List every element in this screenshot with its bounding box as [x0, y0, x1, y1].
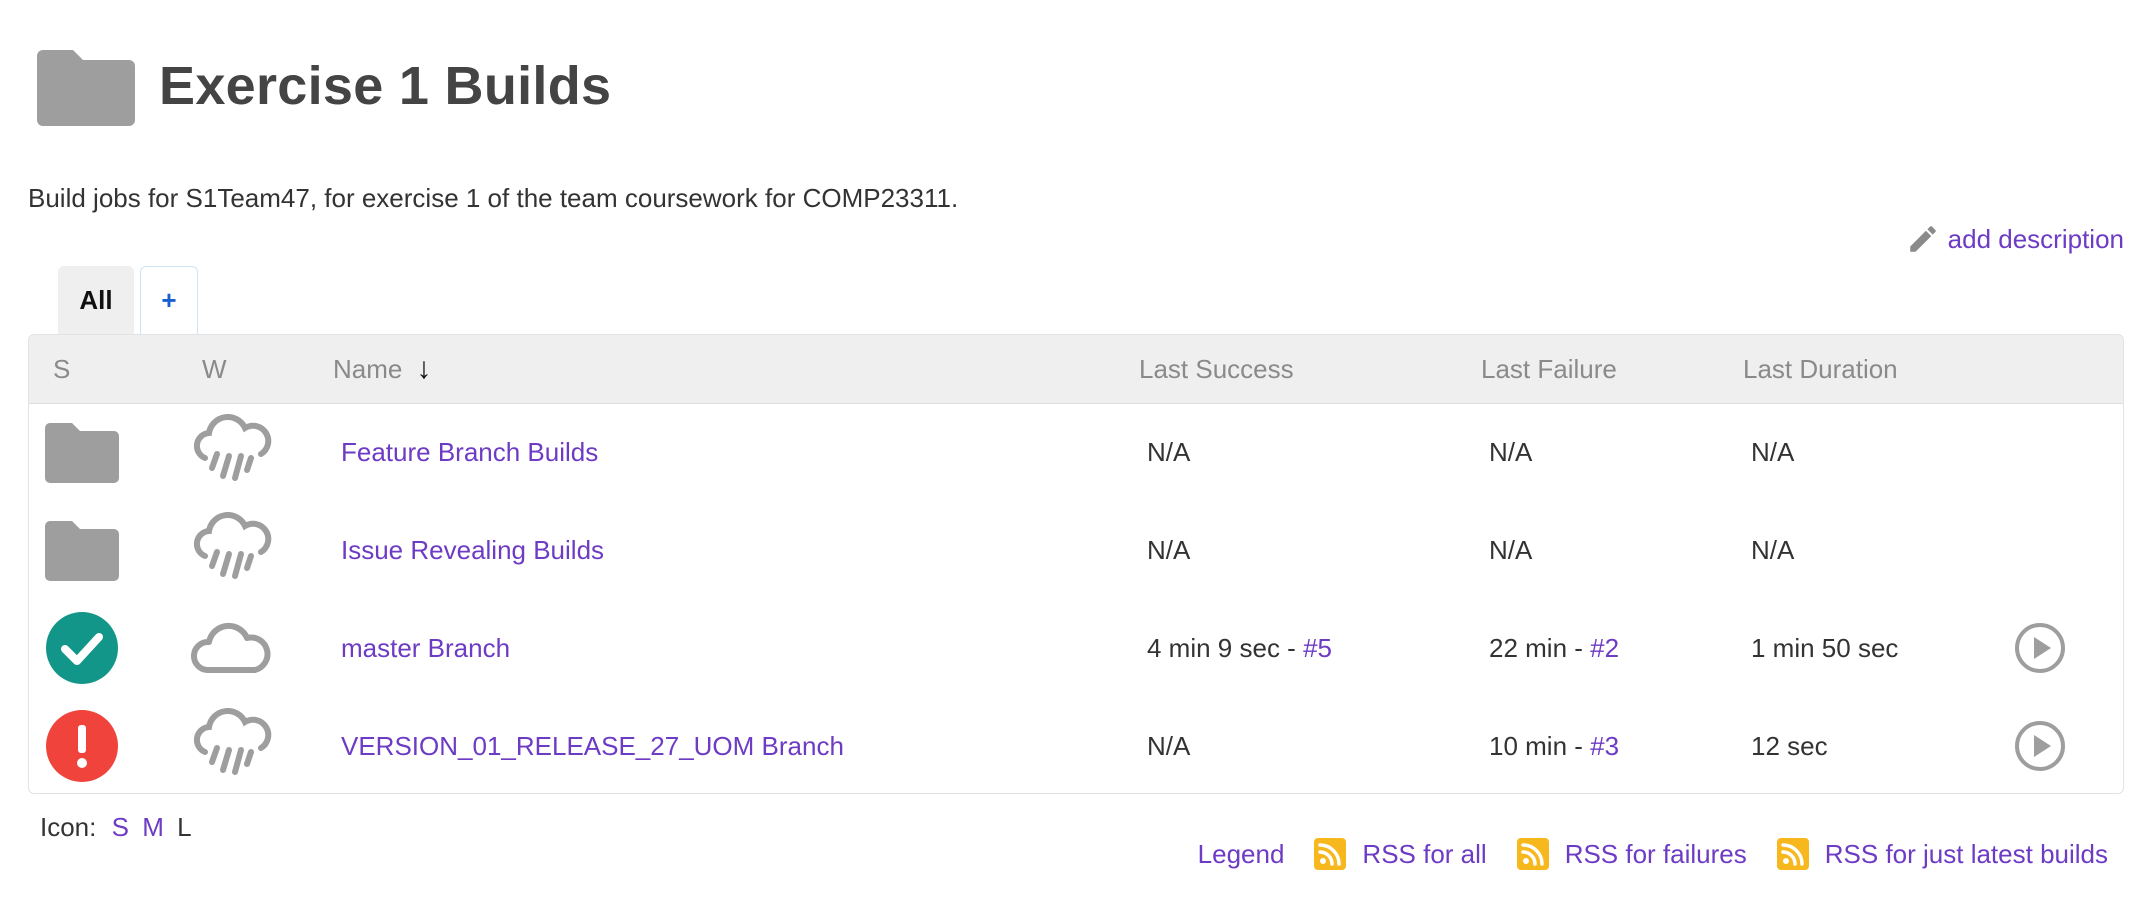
rain-cloud-icon — [193, 512, 272, 579]
header-name[interactable]: Name ↓ — [333, 335, 431, 403]
job-link[interactable]: VERSION_01_RELEASE_27_UOM Branch — [341, 731, 844, 762]
folder-icon — [45, 423, 119, 483]
icon-size-selector: Icon: S M L — [40, 812, 192, 843]
last-duration-cell: N/A — [1751, 501, 1794, 599]
build-link[interactable]: #3 — [1590, 731, 1619, 762]
rss-all-link[interactable]: RSS for all — [1314, 838, 1487, 870]
last-failure-text: N/A — [1489, 436, 1533, 467]
rss-icon — [1516, 838, 1549, 870]
last-duration-cell: 1 min 50 sec — [1751, 599, 1898, 697]
icon-size-large: L — [177, 812, 192, 842]
job-link[interactable]: Issue Revealing Builds — [341, 535, 604, 566]
rain-cloud-icon — [193, 708, 272, 775]
legend-label: Legend — [1197, 838, 1285, 869]
last-failure-cell: 10 min - #3 — [1489, 697, 1619, 793]
last-duration-text: N/A — [1751, 534, 1795, 565]
tab-all[interactable]: All — [58, 266, 134, 334]
pencil-icon — [1909, 226, 1936, 252]
rss-icon — [1314, 838, 1347, 870]
job-name-cell: Feature Branch Builds — [341, 403, 598, 501]
table-header: S W Name ↓ Last Success Last Failure Last… — [29, 335, 2123, 404]
rss-failures-label: RSS for failures — [1564, 838, 1747, 869]
header-last-duration[interactable]: Last Duration — [1743, 335, 1898, 403]
job-name-cell: master Branch — [341, 599, 510, 697]
folder-icon — [37, 50, 135, 126]
success-check-icon — [46, 612, 118, 684]
last-duration-text: 12 sec — [1751, 730, 1828, 761]
folder-description: Build jobs for S1Team47, for exercise 1 … — [28, 183, 959, 213]
last-success-cell: N/A — [1147, 403, 1190, 501]
last-success-text: N/A — [1147, 534, 1191, 565]
last-success-text: N/A — [1147, 730, 1191, 761]
page-header: Exercise 1 Builds — [37, 46, 611, 126]
last-duration-text: 1 min 50 sec — [1751, 632, 1899, 663]
folder-icon — [45, 521, 119, 581]
projects-table: S W Name ↓ Last Success Last Failure Last… — [28, 334, 2124, 794]
build-link[interactable]: #5 — [1303, 633, 1332, 664]
sort-arrow-icon: ↓ — [416, 352, 432, 385]
view-tabs: All + — [58, 266, 198, 334]
footer-links: Legend RSS for all RSS for failures RSS … — [1168, 838, 2108, 870]
last-success-text: 4 min 9 sec - — [1147, 632, 1304, 663]
rain-cloud-icon — [193, 414, 272, 481]
header-name-label: Name — [333, 354, 403, 384]
last-duration-text: N/A — [1751, 436, 1795, 467]
rss-failures-link[interactable]: RSS for failures — [1516, 838, 1747, 870]
add-description-label: add description — [1947, 223, 2124, 254]
weather-cell — [189, 403, 273, 501]
job-link[interactable]: master Branch — [341, 633, 510, 664]
legend-link[interactable]: Legend — [1198, 839, 1285, 870]
status-cell — [45, 697, 119, 793]
status-cell — [45, 501, 119, 599]
last-success-cell: N/A — [1147, 501, 1190, 599]
status-cell — [45, 599, 119, 697]
page: Exercise 1 Builds Build jobs for S1Team4… — [0, 0, 2152, 918]
job-link[interactable]: Feature Branch Builds — [341, 437, 598, 468]
table-row: Issue Revealing Builds N/A N/A N/A — [29, 501, 2123, 599]
rss-all-label: RSS for all — [1362, 838, 1487, 869]
header-weather[interactable]: W — [202, 335, 227, 403]
last-duration-cell: N/A — [1751, 403, 1794, 501]
header-last-success[interactable]: Last Success — [1139, 335, 1294, 403]
icon-size-medium[interactable]: M — [142, 812, 164, 842]
last-success-cell: 4 min 9 sec - #5 — [1147, 599, 1332, 697]
last-failure-cell: N/A — [1489, 501, 1532, 599]
table-row: master Branch 4 min 9 sec - #5 22 min - … — [29, 599, 2123, 697]
weather-cell — [189, 599, 273, 697]
rss-latest-label: RSS for just latest builds — [1824, 838, 2108, 869]
cloud-icon — [190, 622, 271, 673]
last-failure-text: N/A — [1489, 534, 1533, 565]
page-title: Exercise 1 Builds — [159, 56, 612, 116]
table-row: VERSION_01_RELEASE_27_UOM Branch N/A 10 … — [29, 697, 2123, 793]
action-cell — [2014, 697, 2066, 793]
action-cell — [2014, 599, 2066, 697]
play-build-icon[interactable] — [2014, 720, 2066, 772]
play-build-icon[interactable] — [2014, 622, 2066, 674]
last-failure-cell: N/A — [1489, 403, 1532, 501]
job-name-cell: VERSION_01_RELEASE_27_UOM Branch — [341, 697, 844, 793]
icon-size-small[interactable]: S — [112, 812, 129, 842]
last-failure-text: 10 min - — [1489, 730, 1591, 761]
last-failure-text: 22 min - — [1489, 632, 1591, 663]
status-cell — [45, 403, 119, 501]
header-status[interactable]: S — [53, 335, 70, 403]
rss-latest-link[interactable]: RSS for just latest builds — [1776, 838, 2108, 870]
header-last-failure[interactable]: Last Failure — [1481, 335, 1617, 403]
last-success-cell: N/A — [1147, 697, 1191, 793]
icon-size-label: Icon: — [40, 812, 97, 842]
add-description-link[interactable]: add description — [1906, 222, 2124, 256]
job-name-cell: Issue Revealing Builds — [341, 501, 604, 599]
build-link[interactable]: #2 — [1590, 633, 1619, 664]
weather-cell — [189, 501, 273, 599]
last-duration-cell: 12 sec — [1751, 697, 1828, 793]
last-failure-cell: 22 min - #2 — [1489, 599, 1619, 697]
table-row: Feature Branch Builds N/A N/A N/A — [29, 403, 2123, 501]
new-view-tab[interactable]: + — [140, 266, 198, 334]
last-success-text: N/A — [1147, 436, 1191, 467]
rss-icon — [1776, 838, 1809, 870]
failure-exclamation-icon — [46, 710, 118, 782]
weather-cell — [189, 697, 273, 793]
